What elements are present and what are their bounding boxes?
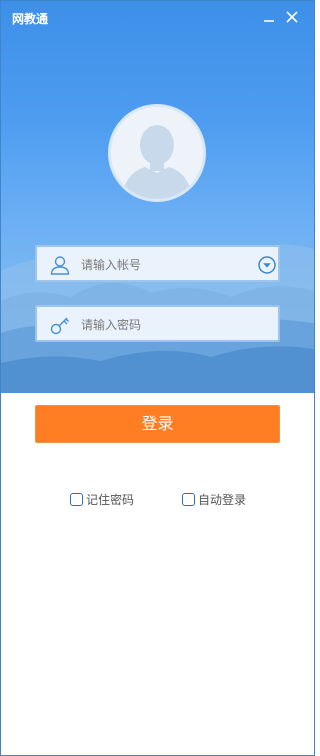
app-title: 网教通: [12, 12, 49, 26]
minimize-icon: [264, 20, 274, 22]
login-window: 网教通 请输入帐号 登录 记住密码 自动登录: [0, 0, 315, 756]
minimize-button[interactable]: [259, 7, 279, 27]
username-input[interactable]: [81, 255, 246, 275]
avatar-placeholder-icon: [111, 107, 203, 199]
avatar: [108, 104, 206, 202]
checkbox-box[interactable]: [70, 493, 83, 506]
remember-password-label: 记住密码: [86, 493, 135, 507]
checkbox-box[interactable]: [182, 493, 195, 506]
account-dropdown-button[interactable]: [257, 255, 277, 275]
key-icon: [50, 317, 69, 335]
chevron-down-circle-icon: [258, 256, 276, 274]
username-field[interactable]: [35, 245, 280, 282]
password-field[interactable]: [35, 305, 280, 342]
close-icon: [286, 11, 298, 23]
auto-login-label: 自动登录: [198, 493, 247, 507]
login-button[interactable]: 登录: [35, 405, 280, 443]
close-button[interactable]: [282, 7, 302, 27]
user-icon: [50, 256, 70, 275]
title-bar: 网教通: [1, 1, 314, 33]
password-input[interactable]: [81, 315, 246, 335]
